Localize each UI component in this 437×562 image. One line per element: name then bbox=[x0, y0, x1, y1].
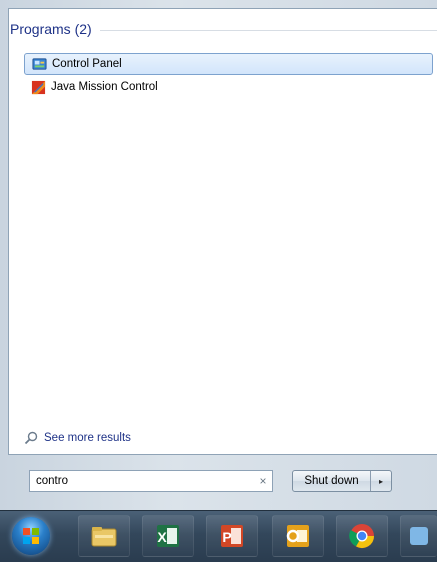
control-panel-icon bbox=[32, 57, 47, 70]
outlook-icon bbox=[286, 525, 309, 547]
taskbar: X P bbox=[0, 510, 437, 562]
java-mission-control-icon bbox=[31, 80, 46, 94]
search-box[interactable]: × bbox=[29, 470, 273, 492]
programs-group-header[interactable]: Programs (2) bbox=[10, 20, 437, 38]
result-label: Java Mission Control bbox=[51, 81, 158, 93]
magnifier-icon bbox=[24, 431, 38, 445]
taskbar-powerpoint-button[interactable]: P bbox=[206, 515, 258, 557]
app-icon bbox=[410, 527, 428, 545]
result-label: Control Panel bbox=[52, 58, 122, 70]
svg-text:P: P bbox=[222, 529, 231, 545]
see-more-label: See more results bbox=[44, 432, 131, 444]
group-divider bbox=[99, 29, 437, 31]
clear-search-icon[interactable]: × bbox=[254, 474, 272, 488]
taskbar-excel-button[interactable]: X bbox=[142, 515, 194, 557]
shutdown-button[interactable]: Shut down bbox=[293, 471, 371, 491]
windows-orb-icon[interactable] bbox=[12, 517, 50, 555]
excel-icon: X bbox=[157, 525, 179, 547]
powerpoint-icon: P bbox=[221, 525, 243, 547]
svg-text:X: X bbox=[157, 529, 167, 545]
result-control-panel[interactable]: Control Panel bbox=[24, 53, 433, 75]
taskbar-overflow-button[interactable] bbox=[400, 515, 437, 557]
taskbar-explorer-button[interactable] bbox=[78, 515, 130, 557]
result-java-mission-control[interactable]: Java Mission Control bbox=[24, 76, 433, 98]
start-menu: Programs (2) Control Panel Java Mission … bbox=[0, 0, 437, 510]
programs-group-title[interactable]: Programs (2) bbox=[10, 21, 92, 37]
shutdown-options-arrow-icon[interactable]: ▸ bbox=[371, 471, 391, 491]
taskbar-outlook-button[interactable] bbox=[272, 515, 324, 557]
search-input[interactable] bbox=[30, 472, 254, 490]
see-more-results-link[interactable]: See more results bbox=[24, 431, 131, 445]
folder-icon bbox=[91, 527, 117, 547]
shutdown-button-group: Shut down ▸ bbox=[292, 470, 392, 492]
chrome-icon bbox=[349, 524, 374, 549]
taskbar-chrome-button[interactable] bbox=[336, 515, 388, 557]
